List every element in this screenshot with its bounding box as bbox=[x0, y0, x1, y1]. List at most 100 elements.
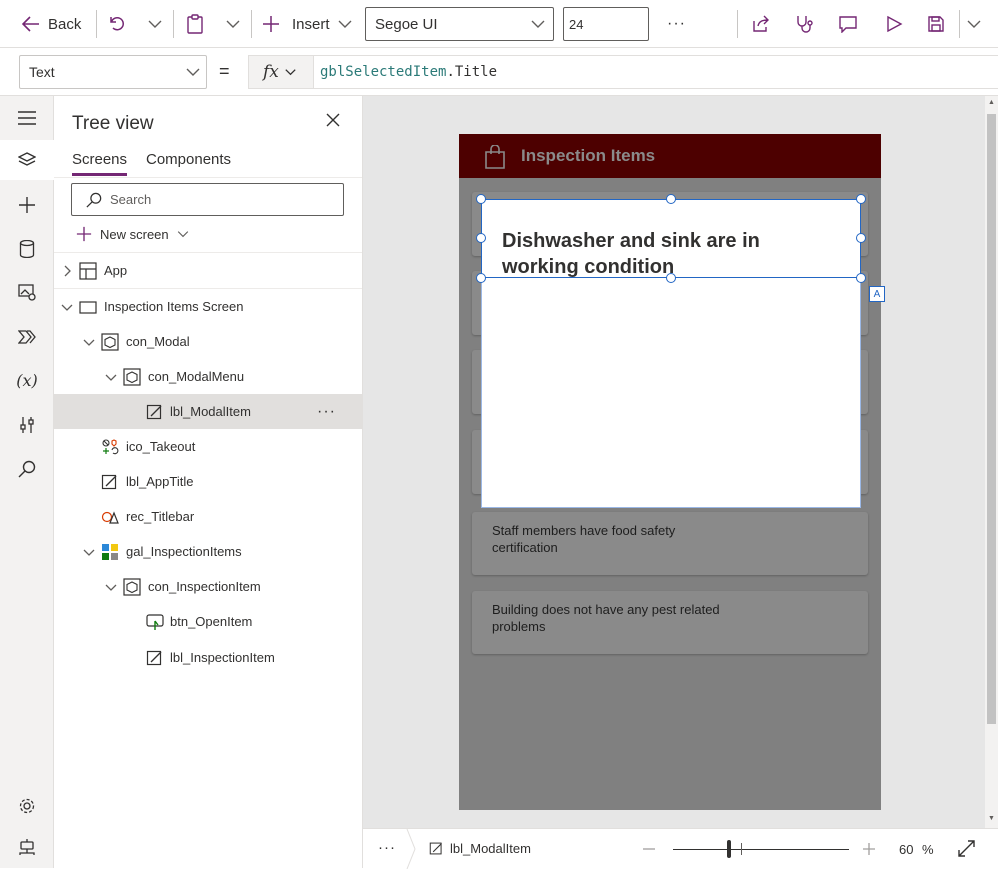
paste-dropdown-button[interactable] bbox=[226, 0, 240, 48]
hamburger-icon bbox=[18, 111, 36, 125]
resize-handle[interactable] bbox=[856, 273, 866, 283]
tree-view-title: Tree view bbox=[72, 113, 154, 134]
container-icon bbox=[123, 367, 141, 386]
modal-item-label-selection[interactable]: Dishwasher and sink are in working condi… bbox=[481, 199, 861, 278]
tree-node-con-modalmenu[interactable]: con_ModalMenu bbox=[54, 359, 362, 394]
bot-icon bbox=[19, 839, 35, 855]
stethoscope-icon bbox=[797, 16, 813, 33]
hamburger-menu-button[interactable] bbox=[0, 98, 54, 138]
zoom-slider-track[interactable] bbox=[673, 849, 849, 850]
resize-handle[interactable] bbox=[476, 194, 486, 204]
font-size-input[interactable]: 24 bbox=[563, 7, 649, 41]
property-dropdown[interactable]: Text bbox=[19, 55, 207, 89]
save-button[interactable] bbox=[927, 0, 945, 48]
undo-button[interactable] bbox=[108, 0, 126, 48]
formula-input[interactable]: gblSelectedItem .Title bbox=[314, 55, 998, 89]
tree-node-lbl-inspectionitem[interactable]: lbl_InspectionItem bbox=[54, 640, 362, 675]
breadcrumb-more-button[interactable]: ··· bbox=[378, 839, 396, 856]
node-more-button[interactable]: ··· bbox=[317, 403, 336, 421]
plus-icon bbox=[19, 197, 35, 213]
app-screen[interactable]: Inspection Items Staff members have food… bbox=[459, 134, 881, 810]
tree-node-con-modal[interactable]: con_Modal bbox=[54, 324, 362, 359]
resize-handle[interactable] bbox=[856, 194, 866, 204]
new-screen-button[interactable]: New screen bbox=[76, 224, 189, 244]
variables-rail-button[interactable]: (x) bbox=[0, 360, 54, 400]
fit-to-window-button[interactable] bbox=[958, 840, 975, 857]
scrollbar-thumb[interactable] bbox=[987, 114, 996, 724]
text-edit-badge[interactable]: A bbox=[869, 286, 885, 302]
label-icon bbox=[101, 474, 117, 489]
advanced-tools-rail-button[interactable] bbox=[0, 405, 54, 445]
undo-dropdown-button[interactable] bbox=[148, 0, 162, 48]
media-rail-button[interactable] bbox=[0, 272, 54, 312]
virtual-agent-rail-button[interactable] bbox=[0, 827, 54, 867]
tree-node-rec-titlebar[interactable]: rec_Titlebar bbox=[54, 499, 362, 534]
back-button[interactable]: Back bbox=[22, 0, 81, 48]
takeout-bag-icon[interactable] bbox=[484, 145, 506, 169]
tree-node-lbl-modalitem[interactable]: lbl_ModalItem ··· bbox=[54, 394, 362, 429]
icons-icon bbox=[102, 438, 119, 454]
tree-node-btn-openitem[interactable]: btn_OpenItem bbox=[54, 604, 362, 639]
zoom-slider-thumb[interactable] bbox=[727, 840, 731, 858]
inspection-item-card[interactable]: Building does not have any pest related … bbox=[472, 591, 868, 654]
resize-handle[interactable] bbox=[476, 273, 486, 283]
tree-node-ico-takeout[interactable]: ico_Takeout bbox=[54, 429, 362, 464]
shape-icon bbox=[101, 510, 119, 524]
toolbar-divider bbox=[96, 10, 97, 38]
share-button[interactable] bbox=[751, 0, 771, 48]
canvas-vertical-scrollbar[interactable]: ▲ ▼ bbox=[985, 96, 998, 828]
scroll-up-arrow-icon[interactable]: ▲ bbox=[988, 99, 995, 106]
back-label: Back bbox=[48, 15, 82, 33]
plus-icon bbox=[263, 16, 279, 32]
insert-button[interactable]: Insert bbox=[262, 0, 352, 48]
more-commands-button[interactable]: ··· bbox=[667, 0, 686, 48]
preview-button[interactable] bbox=[885, 0, 903, 48]
search-placeholder: Search bbox=[110, 192, 152, 207]
tools-icon bbox=[20, 417, 34, 433]
save-icon bbox=[928, 16, 944, 32]
tree-node-label: con_InspectionItem bbox=[148, 579, 261, 594]
resize-handle[interactable] bbox=[856, 233, 866, 243]
search-input[interactable]: Search bbox=[71, 183, 344, 216]
search-rail-button[interactable] bbox=[0, 449, 54, 489]
tab-screens[interactable]: Screens bbox=[72, 151, 128, 176]
tree-node-gal-inspectionitems[interactable]: gal_InspectionItems bbox=[54, 534, 362, 569]
app-checker-button[interactable] bbox=[795, 0, 815, 48]
insert-rail-button[interactable] bbox=[0, 185, 54, 225]
resize-handle[interactable] bbox=[666, 194, 676, 204]
inspection-item-card[interactable]: Staff members have food safety certifica… bbox=[472, 512, 868, 575]
formula-property: .Title bbox=[446, 64, 498, 80]
tree-node-con-inspectionitem[interactable]: con_InspectionItem bbox=[54, 569, 362, 604]
tree-node-app[interactable]: App bbox=[54, 253, 362, 288]
app-icon bbox=[79, 261, 97, 280]
tab-components[interactable]: Components bbox=[146, 151, 231, 168]
tree-node-lbl-apptitle[interactable]: lbl_AppTitle bbox=[54, 464, 362, 499]
font-family-dropdown[interactable]: Segoe UI bbox=[365, 7, 554, 41]
resize-handle[interactable] bbox=[476, 233, 486, 243]
data-rail-button[interactable] bbox=[0, 229, 54, 269]
tree-node-label: btn_OpenItem bbox=[170, 614, 253, 629]
power-automate-rail-button[interactable] bbox=[0, 317, 54, 357]
close-tree-view-button[interactable] bbox=[326, 113, 340, 127]
paste-button[interactable] bbox=[186, 0, 204, 48]
gear-icon bbox=[19, 798, 35, 814]
play-icon bbox=[887, 15, 903, 33]
scroll-down-arrow-icon[interactable]: ▼ bbox=[988, 815, 995, 822]
font-size-value: 24 bbox=[569, 16, 584, 32]
tree-view-rail-button[interactable] bbox=[0, 140, 54, 180]
tab-screens-label: Screens bbox=[72, 151, 128, 168]
formula-bar: Text = fx gblSelectedItem .Title bbox=[0, 48, 998, 96]
save-dropdown-button[interactable] bbox=[967, 0, 981, 48]
zoom-in-button[interactable] bbox=[863, 843, 875, 855]
chevron-down-icon bbox=[105, 584, 117, 591]
tree-node-inspection-items-screen[interactable]: Inspection Items Screen bbox=[54, 289, 362, 324]
fx-button[interactable]: fx bbox=[248, 55, 314, 89]
design-canvas: Inspection Items Staff members have food… bbox=[363, 96, 985, 828]
inspection-item-label: Building does not have any pest related … bbox=[492, 602, 720, 634]
settings-rail-button[interactable] bbox=[0, 786, 54, 826]
resize-handle[interactable] bbox=[666, 273, 676, 283]
breadcrumb-selected-control[interactable]: lbl_ModalItem bbox=[429, 841, 531, 856]
comments-button[interactable] bbox=[838, 0, 858, 48]
clipboard-icon bbox=[187, 14, 203, 34]
zoom-out-button[interactable] bbox=[643, 843, 655, 855]
